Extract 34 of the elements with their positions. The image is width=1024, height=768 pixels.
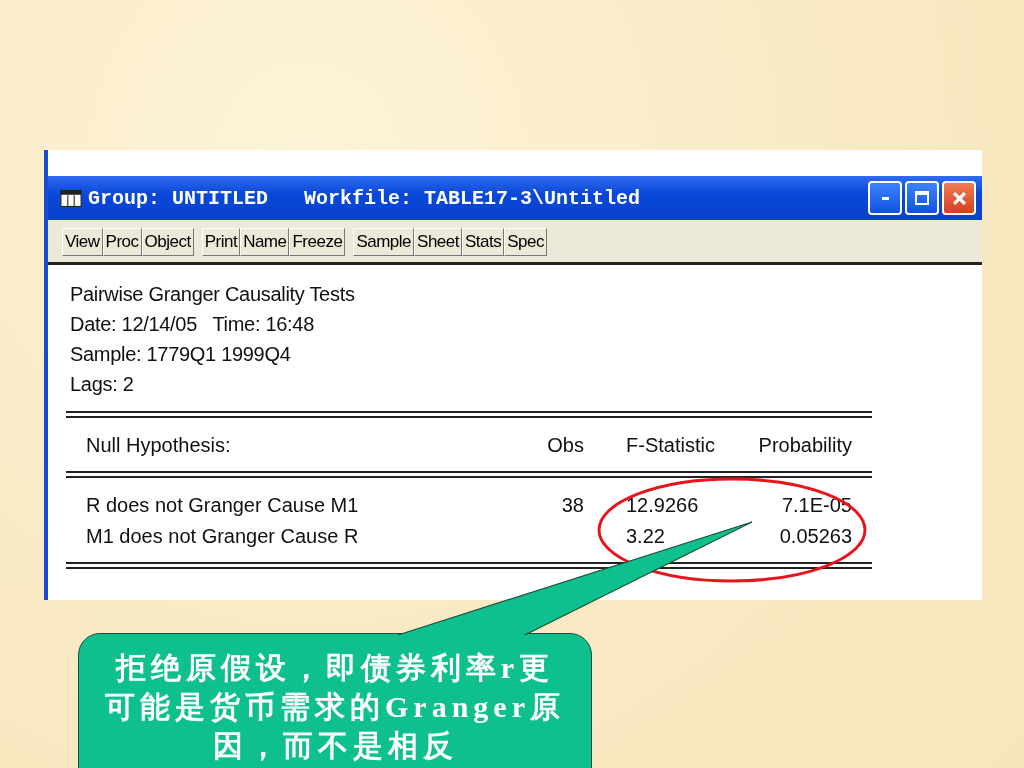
- column-header: Obs: [546, 433, 584, 458]
- maximize-icon: [915, 191, 929, 205]
- toolbar-button[interactable]: View: [62, 228, 103, 256]
- table-cell: 38: [561, 494, 584, 516]
- output-header-line: Sample: 1779Q1 1999Q4: [70, 342, 292, 367]
- callout-text: 拒绝原假设，即债券利率r更可能是货币需求的Granger原因，而不是相反: [104, 650, 566, 764]
- table-cell: M1 does not Granger Cause R: [86, 525, 359, 547]
- toolbar-button[interactable]: Spec: [504, 228, 547, 256]
- minimize-icon: [881, 196, 889, 200]
- output-header-line: Date: 12/14/05 Time: 16:48: [70, 312, 315, 337]
- toolbar-button[interactable]: Stats: [462, 228, 505, 256]
- window-title: Group: UNTITLED: [88, 186, 269, 210]
- minimize-button[interactable]: [868, 181, 902, 215]
- output-header-line: Lags: 2: [70, 372, 135, 397]
- toolbar-button[interactable]: Print: [201, 228, 241, 256]
- table-cell: 3.22: [626, 525, 665, 547]
- workfile-title: Workfile: TABLE17-3\Untitled: [304, 186, 641, 210]
- maximize-button[interactable]: [905, 181, 939, 215]
- table-cell: 12.9266: [626, 494, 699, 516]
- toolbar-button[interactable]: Proc: [102, 228, 142, 256]
- column-header: Null Hypothesis:: [85, 433, 232, 458]
- close-icon: [952, 191, 966, 205]
- column-header: Probability: [757, 433, 852, 458]
- output-header-line: Pairwise Granger Causality Tests: [70, 282, 356, 307]
- toolbar-button[interactable]: Name: [240, 228, 290, 256]
- toolbar-button[interactable]: Freeze: [289, 228, 346, 256]
- toolbar-button[interactable]: Sheet: [414, 228, 462, 256]
- table-cell: R does not Granger Cause M1: [86, 494, 359, 516]
- toolbar-button[interactable]: Sample: [353, 228, 415, 256]
- close-button[interactable]: [942, 181, 976, 215]
- window-icon: [60, 189, 82, 207]
- table-cell: 0.05263: [779, 525, 852, 547]
- column-header: F-Statistic: [625, 433, 716, 458]
- toolbar-button[interactable]: Object: [141, 228, 194, 256]
